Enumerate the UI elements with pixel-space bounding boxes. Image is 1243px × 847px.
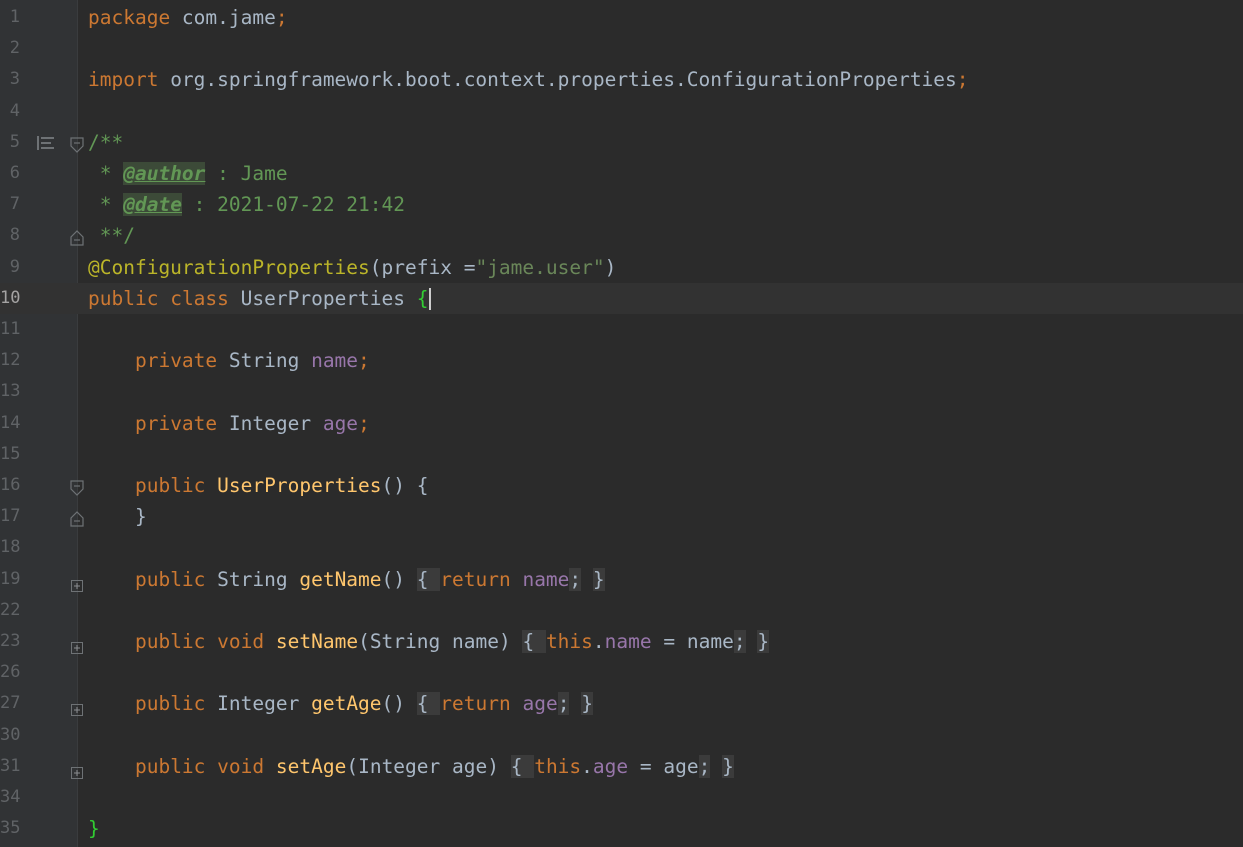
line-number: 3 bbox=[9, 69, 20, 90]
code-line[interactable]: 19 public String getName() { return name… bbox=[0, 564, 1243, 595]
code-text[interactable]: /** bbox=[88, 127, 123, 158]
line-number: 8 bbox=[9, 225, 20, 246]
code-text[interactable]: } bbox=[88, 501, 147, 532]
code-line[interactable]: 17 } bbox=[0, 501, 1243, 532]
line-number: 30 bbox=[0, 724, 21, 745]
text-caret bbox=[428, 288, 431, 311]
code-text[interactable]: @ConfigurationProperties(prefix ="jame.u… bbox=[88, 252, 616, 283]
expand-fold-icon[interactable] bbox=[71, 761, 83, 779]
code-text[interactable]: } bbox=[88, 813, 100, 844]
code-text[interactable]: package com.jame; bbox=[88, 2, 288, 33]
line-number: 12 bbox=[0, 350, 21, 371]
line-number: 17 bbox=[0, 506, 21, 527]
line-number: 1 bbox=[9, 7, 20, 27]
fold-toggle-icon[interactable] bbox=[70, 228, 84, 246]
code-line[interactable]: 14 private Integer age; bbox=[0, 408, 1243, 439]
fold-toggle-icon[interactable] bbox=[70, 135, 84, 153]
code-line[interactable]: 27 public Integer getAge() { return age;… bbox=[0, 688, 1243, 719]
line-number: 35 bbox=[0, 818, 21, 839]
code-text[interactable]: public Integer getAge() { return age; } bbox=[88, 688, 593, 719]
code-text[interactable]: public void setName(String name) { this.… bbox=[88, 626, 770, 657]
code-line[interactable]: 15 bbox=[0, 439, 1243, 470]
line-number: 19 bbox=[0, 568, 21, 589]
line-number: 18 bbox=[0, 537, 21, 558]
fold-toggle-icon[interactable] bbox=[70, 478, 84, 496]
code-line[interactable]: 1 package com.jame; bbox=[0, 2, 1243, 33]
line-number: 14 bbox=[0, 412, 21, 433]
code-text[interactable]: private String name; bbox=[88, 345, 370, 376]
code-line[interactable]: 2 bbox=[0, 33, 1243, 64]
line-number: 11 bbox=[0, 319, 21, 339]
code-line[interactable]: 6 * @author : Jame bbox=[0, 158, 1243, 189]
code-text[interactable]: public void setAge(Integer age) { this.a… bbox=[88, 751, 734, 782]
code-editor[interactable]: 1 package com.jame; 2 3 import org.springfra… bbox=[0, 0, 1243, 847]
line-number: 13 bbox=[0, 381, 21, 402]
line-number: 31 bbox=[0, 755, 21, 776]
line-number: 23 bbox=[0, 631, 21, 651]
expand-fold-icon[interactable] bbox=[71, 636, 83, 654]
expand-fold-icon[interactable] bbox=[71, 574, 83, 592]
line-number: 10 bbox=[0, 287, 21, 308]
code-text[interactable]: private Integer age; bbox=[88, 408, 370, 439]
code-line[interactable]: 5 /** bbox=[0, 127, 1243, 158]
line-number: 22 bbox=[0, 599, 21, 620]
format-lines-icon[interactable] bbox=[36, 127, 56, 158]
line-number: 34 bbox=[0, 787, 21, 807]
code-line[interactable]: 22 bbox=[0, 595, 1243, 626]
code-line[interactable]: 18 bbox=[0, 532, 1243, 563]
code-line[interactable]: 8 **/ bbox=[0, 220, 1243, 251]
line-number: 9 bbox=[9, 256, 20, 277]
code-line[interactable]: 7 * @date : 2021-07-22 21:42 bbox=[0, 189, 1243, 220]
code-line[interactable]: 3 import org.springframework.boot.context… bbox=[0, 64, 1243, 95]
code-line[interactable]: 4 bbox=[0, 96, 1243, 127]
code-line[interactable]: 13 bbox=[0, 376, 1243, 407]
code-text[interactable]: * @date : 2021-07-22 21:42 bbox=[88, 189, 405, 220]
code-text[interactable]: * @author : Jame bbox=[88, 158, 288, 189]
code-line[interactable]: 9 @ConfigurationProperties(prefix ="jame.… bbox=[0, 252, 1243, 283]
code-line[interactable]: 23 public void setName(String name) { th… bbox=[0, 626, 1243, 657]
code-text[interactable]: public class UserProperties { bbox=[88, 283, 431, 314]
line-number: 6 bbox=[9, 163, 20, 183]
code-line[interactable]: 35} bbox=[0, 813, 1243, 844]
line-number: 15 bbox=[0, 443, 21, 464]
line-number: 16 bbox=[0, 475, 21, 495]
code-text[interactable]: public UserProperties() { bbox=[88, 470, 429, 501]
code-line[interactable]: 10 public class UserProperties { bbox=[0, 282, 1243, 314]
code-text[interactable]: **/ bbox=[88, 220, 135, 251]
line-number: 5 bbox=[9, 131, 20, 152]
code-line[interactable]: 31 public void setAge(Integer age) { thi… bbox=[0, 751, 1243, 782]
expand-fold-icon[interactable] bbox=[71, 698, 83, 717]
code-text[interactable]: import org.springframework.boot.context.… bbox=[88, 64, 969, 95]
line-number: 4 bbox=[9, 100, 20, 121]
code-line[interactable]: 30 bbox=[0, 720, 1243, 751]
code-text[interactable]: public String getName() { return name; } bbox=[88, 564, 605, 595]
code-line[interactable]: 16 public UserProperties() { bbox=[0, 470, 1243, 501]
code-line[interactable]: 26 bbox=[0, 657, 1243, 688]
line-number: 7 bbox=[9, 194, 20, 215]
line-number: 26 bbox=[0, 662, 21, 683]
matched-brace: { bbox=[416, 286, 429, 310]
code-line[interactable]: 11 bbox=[0, 314, 1243, 345]
code-line[interactable]: 34 bbox=[0, 782, 1243, 813]
code-line[interactable]: 12 private String name; bbox=[0, 345, 1243, 376]
line-number: 27 bbox=[0, 693, 21, 714]
fold-toggle-icon[interactable] bbox=[70, 509, 84, 527]
line-number: 2 bbox=[9, 38, 20, 59]
